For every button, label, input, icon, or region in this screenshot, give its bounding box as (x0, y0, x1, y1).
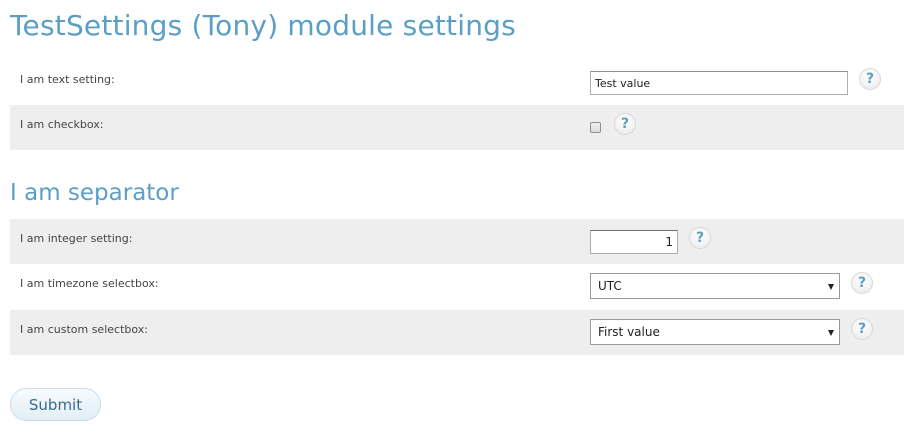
help-icon[interactable]: ? (614, 113, 636, 135)
chevron-down-icon (828, 330, 834, 336)
text-setting-label: I am text setting: (20, 73, 115, 86)
help-icon[interactable]: ? (851, 272, 873, 294)
checkbox-setting-input[interactable] (590, 122, 601, 133)
help-glyph: ? (695, 230, 705, 246)
page-title: TestSettings (Tony) module settings (10, 9, 516, 42)
integer-setting-label: I am integer setting: (20, 232, 133, 245)
setting-row-timezone: I am timezone selectbox: UTC ? (10, 264, 904, 309)
submit-button[interactable]: Submit (10, 388, 101, 421)
help-glyph: ? (865, 71, 875, 87)
setting-row-custom: I am custom selectbox: First value ? (10, 310, 904, 355)
checkbox-setting-label: I am checkbox: (20, 118, 104, 131)
timezone-select[interactable]: UTC (590, 273, 840, 299)
help-glyph: ? (857, 275, 867, 291)
text-setting-input[interactable] (590, 71, 848, 95)
setting-row-text: I am text setting: ? (10, 60, 904, 105)
setting-row-integer: I am integer setting: ? (10, 219, 904, 264)
help-icon[interactable]: ? (859, 68, 881, 90)
setting-row-checkbox: I am checkbox: ? (10, 105, 904, 150)
help-glyph: ? (857, 321, 867, 337)
chevron-down-icon (828, 284, 834, 290)
custom-select-value: First value (598, 325, 660, 339)
custom-select[interactable]: First value (590, 319, 840, 345)
timezone-setting-label: I am timezone selectbox: (20, 277, 159, 290)
help-glyph: ? (620, 116, 630, 132)
separator-title: I am separator (10, 180, 179, 206)
integer-setting-input[interactable] (590, 230, 678, 254)
help-icon[interactable]: ? (689, 227, 711, 249)
timezone-select-value: UTC (598, 279, 622, 293)
help-icon[interactable]: ? (851, 318, 873, 340)
custom-setting-label: I am custom selectbox: (20, 323, 148, 336)
